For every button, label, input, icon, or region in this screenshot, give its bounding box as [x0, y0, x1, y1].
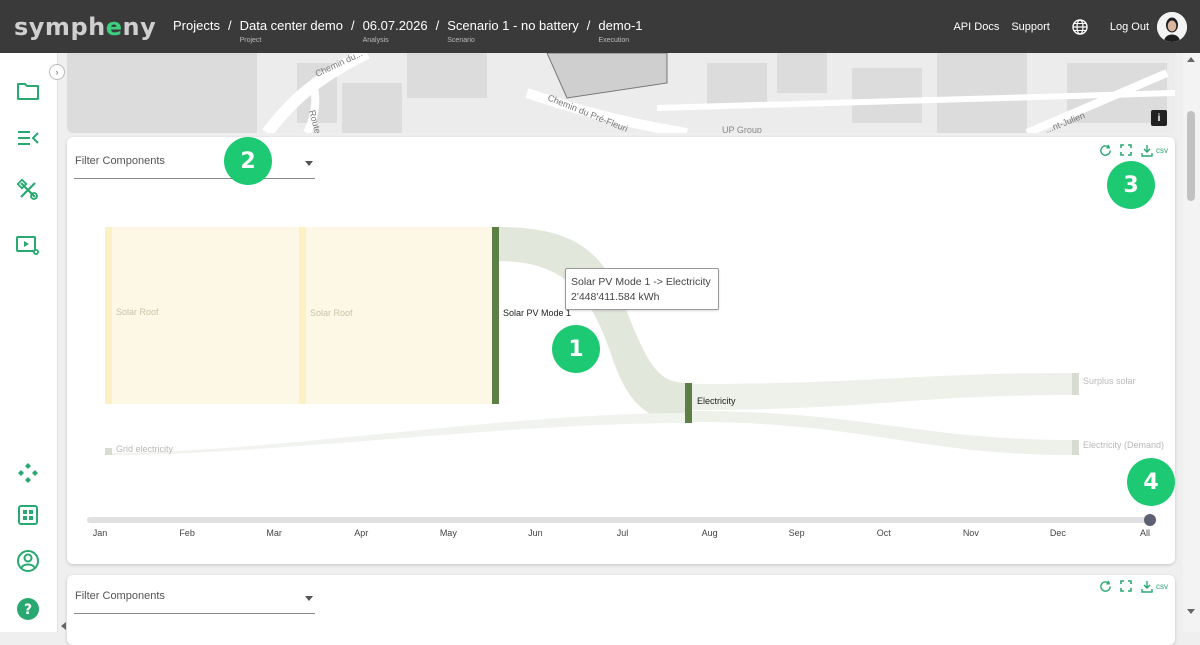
vertical-scrollbar[interactable]	[1183, 53, 1200, 632]
sidebar-collapse-button[interactable]: ›	[49, 64, 65, 80]
sankey-node-electricity[interactable]	[685, 383, 692, 423]
timeline-label-nov[interactable]: Nov	[963, 528, 980, 538]
node-label-solar-roof: Solar Roof	[310, 308, 353, 318]
map-place-label: UP Group	[722, 125, 762, 133]
video-settings-icon[interactable]	[14, 231, 42, 259]
node-label-grid: Grid electricity	[116, 444, 174, 454]
download-icon[interactable]	[1140, 579, 1154, 593]
node-label-solar-roof: Solar Roof	[116, 307, 159, 317]
grid-icon[interactable]	[14, 501, 42, 529]
sankey-link	[692, 373, 1072, 410]
sankey-tooltip: Solar PV Mode 1 -> Electricity 2'448'411…	[565, 268, 719, 310]
map-info-button[interactable]: i	[1151, 110, 1167, 126]
api-docs-link[interactable]: API Docs	[953, 21, 999, 33]
user-circle-icon[interactable]	[14, 547, 42, 575]
scroll-down-icon[interactable]	[1187, 609, 1195, 614]
sankey-node[interactable]	[1072, 440, 1079, 455]
refresh-icon[interactable]	[1098, 579, 1112, 593]
timeline-label-jul[interactable]: Jul	[617, 528, 629, 538]
breadcrumb: Projects / Data center demo Project / 06.…	[173, 18, 643, 44]
map-view[interactable]: Chemin du... Route... Chemin du Pré-Fleu…	[67, 53, 1175, 133]
logout-link[interactable]: Log Out	[1110, 21, 1149, 33]
support-link[interactable]: Support	[1011, 21, 1050, 33]
scrollbar-thumb[interactable]	[1187, 111, 1195, 201]
sankey-card: Filter Components csv Solar Roof Solar R…	[67, 137, 1175, 564]
node-label-electricity: Electricity	[697, 396, 736, 406]
callout-badge: 2	[224, 137, 272, 185]
top-bar: sympheny Projects / Data center demo Proj…	[0, 0, 1200, 53]
sankey-link-highlighted[interactable]	[499, 227, 685, 422]
sankey-diagram: Solar Roof Solar Roof Solar PV Mode 1 El…	[87, 227, 1164, 538]
timeline-labels: Jan Feb Mar Apr May Jun Jul Aug Sep Oct Nov Dec All	[93, 528, 1150, 538]
timeline-label-mar[interactable]: Mar	[266, 528, 282, 538]
timeline-handle[interactable]	[1144, 514, 1156, 526]
timeline-label-all[interactable]: All	[1140, 528, 1150, 538]
timeline-label-jun[interactable]: Jun	[528, 528, 543, 538]
timeline-track[interactable]	[87, 517, 1151, 523]
timeline-label-aug[interactable]: Aug	[702, 528, 718, 538]
breadcrumb-project[interactable]: Data center demo Project	[240, 18, 343, 44]
callout-badge: 3	[1107, 161, 1155, 209]
timeline-label-sep[interactable]: Sep	[789, 528, 805, 538]
sankey-node[interactable]	[105, 227, 112, 404]
globe-icon[interactable]	[1072, 18, 1088, 35]
sidebar: ?	[0, 53, 58, 632]
help-icon[interactable]: ?	[14, 595, 42, 623]
callout-badge: 4	[1127, 458, 1175, 506]
filter-components-select[interactable]: Filter Components	[74, 586, 315, 614]
timeline-label-oct[interactable]: Oct	[877, 528, 892, 538]
timeline-label-jan[interactable]: Jan	[93, 528, 108, 538]
breadcrumb-projects[interactable]: Projects	[173, 18, 220, 44]
tooltip-title: Solar PV Mode 1 -> Electricity	[571, 276, 711, 288]
filter-placeholder: Filter Components	[75, 590, 165, 602]
node-label-surplus: Surplus solar	[1083, 376, 1136, 386]
timeline-label-dec[interactable]: Dec	[1050, 528, 1067, 538]
second-chart-card: Filter Components csv	[67, 575, 1175, 645]
fullscreen-icon[interactable]	[1119, 579, 1133, 593]
sankey-link	[111, 413, 685, 455]
breadcrumb-analysis[interactable]: 06.07.2026 Analysis	[363, 18, 428, 44]
folder-icon[interactable]	[14, 77, 42, 105]
svg-text:?: ?	[24, 602, 32, 618]
sankey-node[interactable]	[299, 227, 306, 404]
scroll-up-icon[interactable]	[1187, 57, 1195, 62]
callout-badge: 1	[552, 325, 600, 373]
tooltip-value: 2'448'411.584 kWh	[571, 291, 660, 303]
sankey-node-solar-pv[interactable]	[492, 227, 499, 404]
timeline-label-may[interactable]: May	[440, 528, 458, 538]
dropdown-caret-icon	[305, 596, 313, 601]
breadcrumb-scenario[interactable]: Scenario 1 - no battery Scenario	[447, 18, 579, 44]
sankey-node[interactable]	[105, 448, 112, 455]
list-collapse-icon[interactable]	[14, 124, 42, 152]
node-label-solar-pv: Solar PV Mode 1	[503, 308, 571, 318]
sankey-node[interactable]	[1072, 373, 1079, 395]
chart-toolbar: csv	[1091, 579, 1168, 593]
component-icon[interactable]	[14, 459, 42, 487]
tools-icon[interactable]	[14, 176, 42, 204]
sankey-link	[692, 411, 1072, 455]
logo[interactable]: sympheny	[14, 13, 156, 41]
breadcrumb-execution[interactable]: demo-1 Execution	[598, 18, 642, 44]
csv-export-button[interactable]: csv	[1156, 582, 1168, 591]
avatar[interactable]	[1157, 11, 1187, 42]
scroll-left-icon[interactable]	[61, 622, 66, 630]
node-label-demand: Electricity (Demand)	[1083, 440, 1164, 450]
timeline-label-apr[interactable]: Apr	[354, 528, 368, 538]
timeline-label-feb[interactable]: Feb	[179, 528, 195, 538]
